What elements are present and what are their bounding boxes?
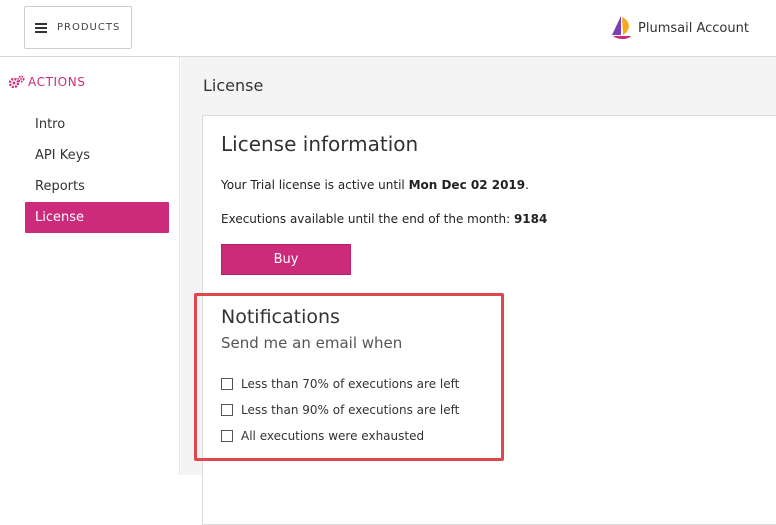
plumsail-logo-icon [612,16,631,39]
trial-suffix: . [525,178,529,192]
sidebar-item-reports[interactable]: Reports [25,171,169,202]
sidebar: ACTIONS Intro API Keys Reports License [0,57,180,475]
top-bar: PRODUCTS Plumsail Account [0,0,776,57]
card-title: License information [221,132,419,156]
sidebar-header-label: ACTIONS [28,75,86,89]
products-label: PRODUCTS [57,22,121,33]
notify-exhausted-label: All executions were exhausted [241,429,425,443]
checkbox-icon[interactable] [221,430,233,442]
checkbox-icon[interactable] [221,378,233,390]
notify-90-percent-label: Less than 90% of executions are left [241,403,460,417]
notify-90-percent-option[interactable]: Less than 90% of executions are left [221,403,459,417]
checkbox-icon[interactable] [221,404,233,416]
sidebar-item-api-keys[interactable]: API Keys [25,140,169,171]
account-label: Plumsail Account [638,20,749,36]
account-link[interactable]: Plumsail Account [610,14,749,42]
license-card: License information Your Trial license i… [202,115,776,525]
cogs-icon [8,75,25,89]
sidebar-item-license[interactable]: License [25,202,169,233]
executions-prefix: Executions available until the end of th… [221,212,514,226]
trial-license-text: Your Trial license is active until Mon D… [221,178,529,192]
notify-70-percent-label: Less than 70% of executions are left [241,377,460,391]
notify-exhausted-option[interactable]: All executions were exhausted [221,429,424,443]
executions-count: 9184 [513,212,548,226]
main-content: License License information Your Trial l… [181,57,776,525]
trial-date: Mon Dec 02 2019 [408,178,526,192]
trial-prefix: Your Trial license is active until [221,178,409,192]
sidebar-item-intro[interactable]: Intro [25,109,169,140]
sidebar-nav: Intro API Keys Reports License [25,109,169,233]
notify-70-percent-option[interactable]: Less than 70% of executions are left [221,377,459,391]
hamburger-icon [35,22,47,33]
notifications-subtitle: Send me an email when [221,334,403,352]
products-menu-button[interactable]: PRODUCTS [24,6,132,49]
executions-text: Executions available until the end of th… [221,212,547,226]
buy-button[interactable]: Buy [221,244,351,275]
page-title: License [203,76,264,95]
notifications-title: Notifications [221,306,340,328]
sidebar-header: ACTIONS [8,75,86,89]
